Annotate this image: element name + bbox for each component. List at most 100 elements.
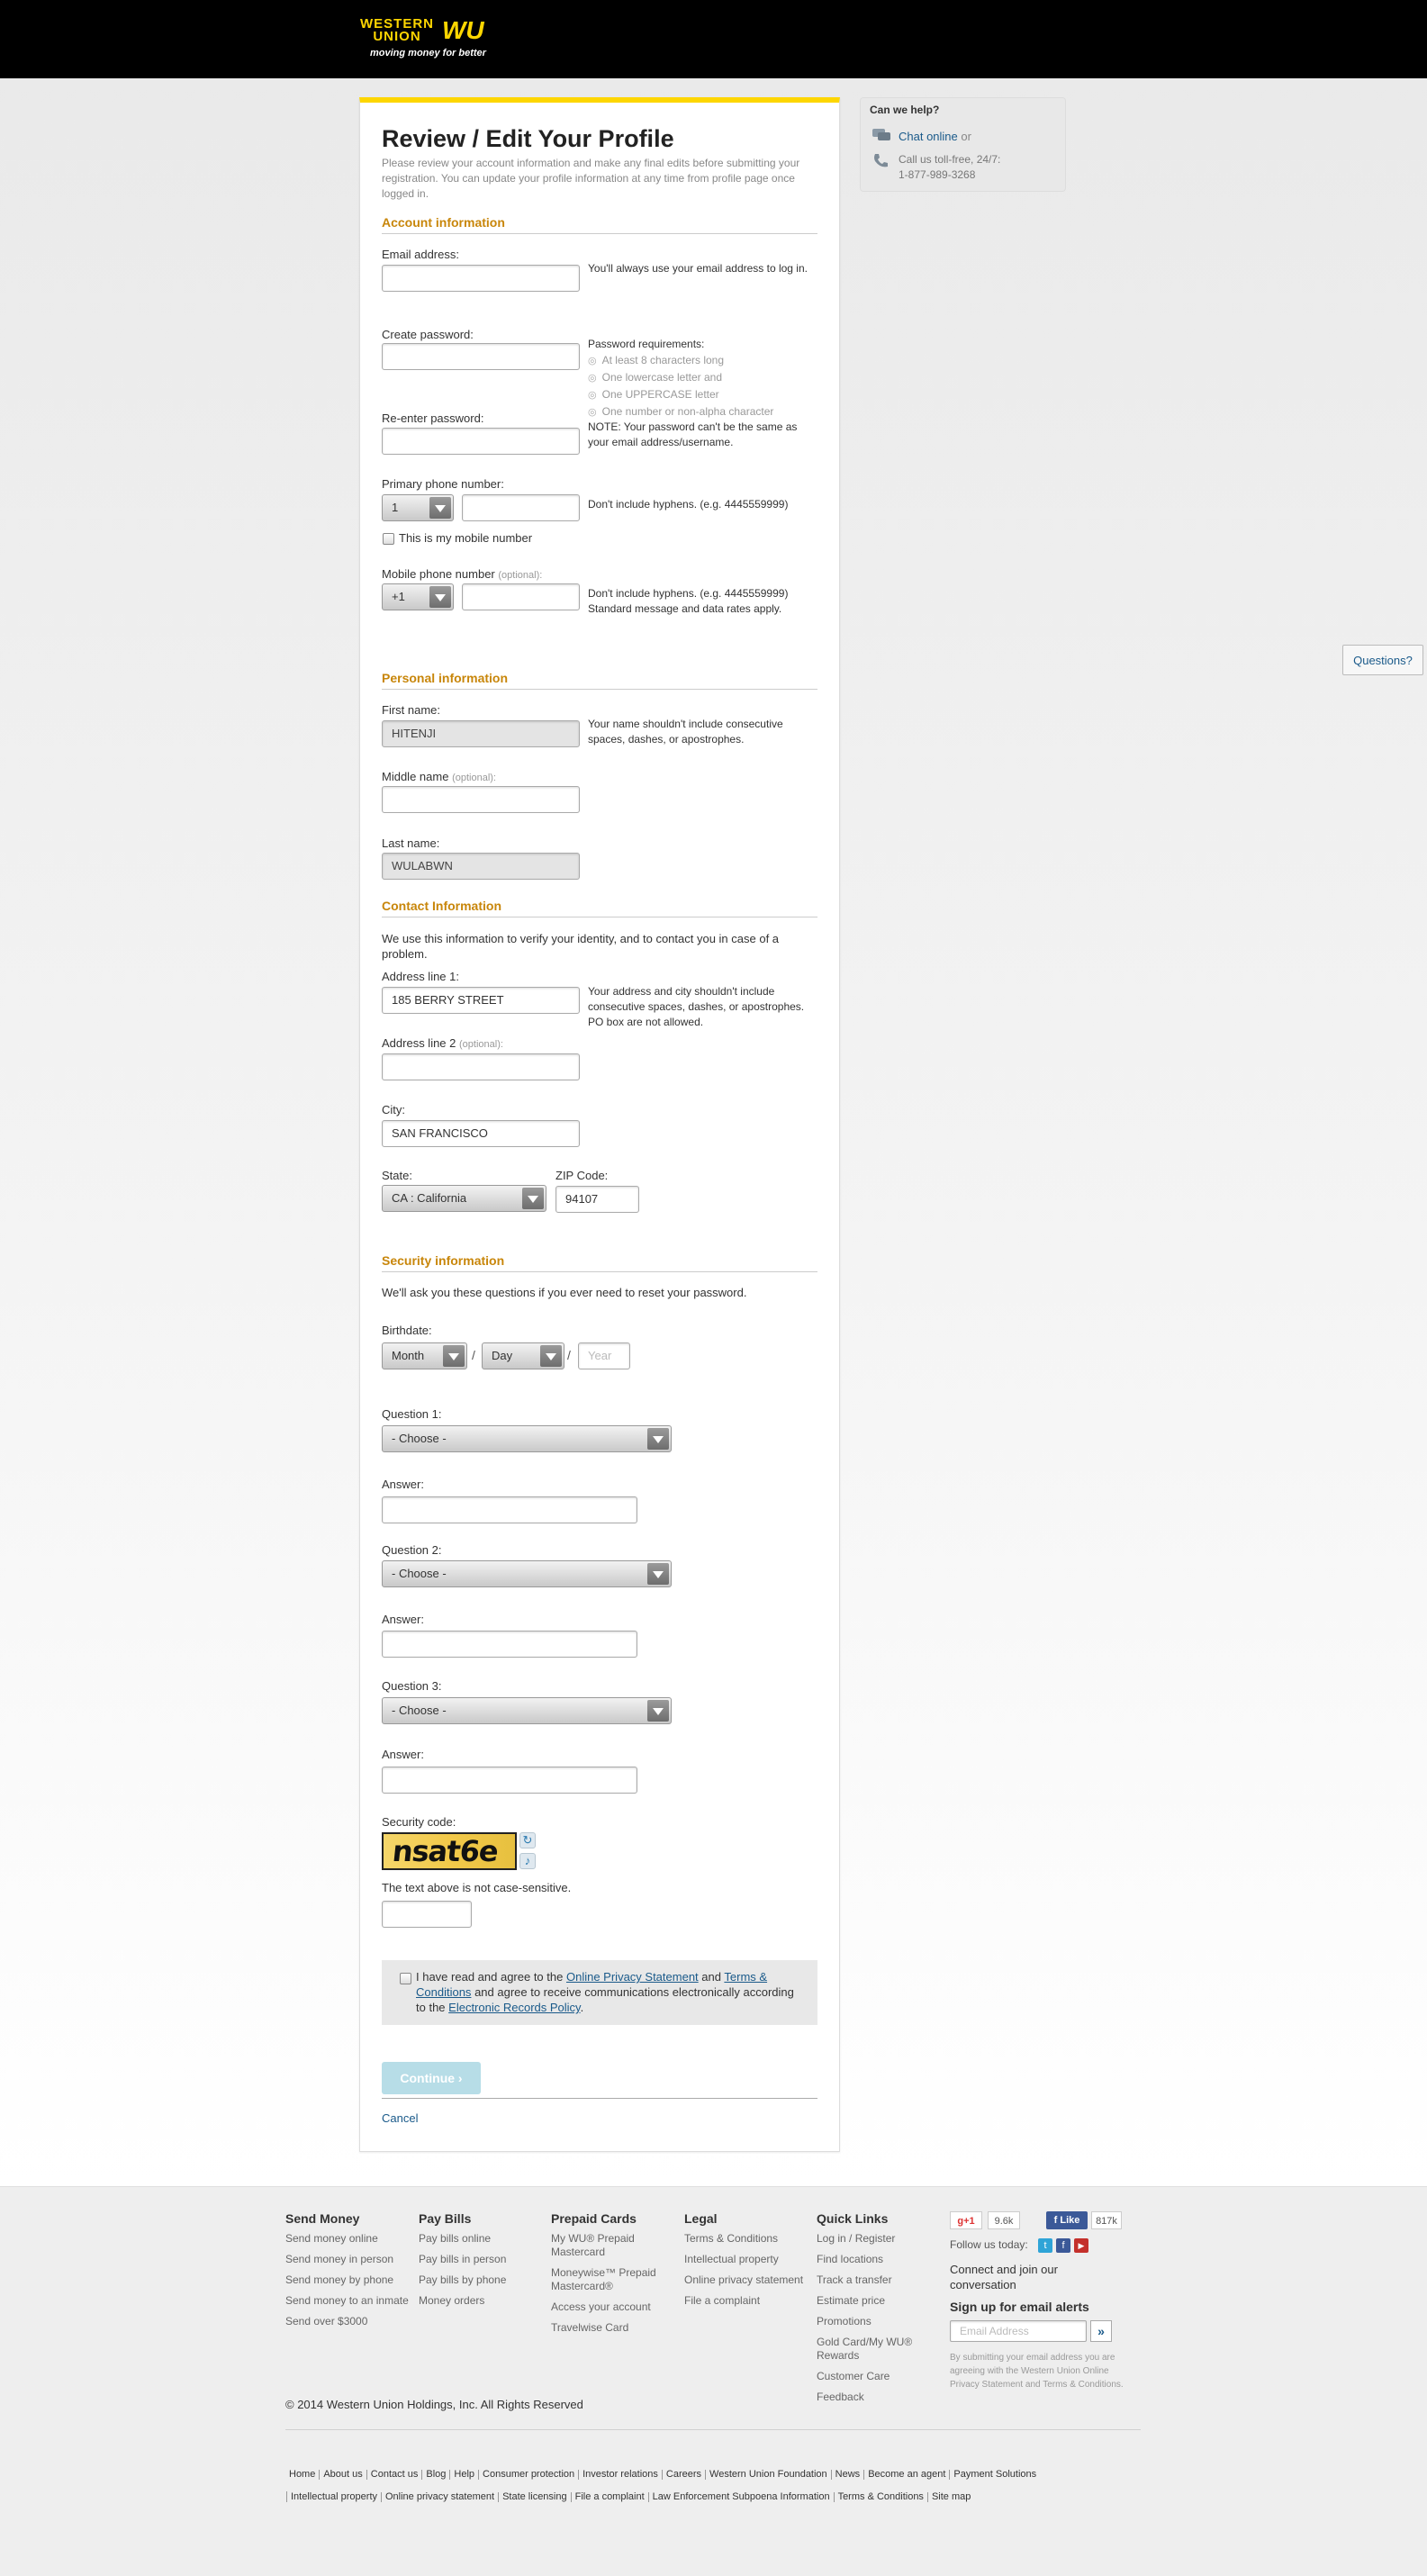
footer-link[interactable]: Send money by phone — [285, 2273, 409, 2287]
call-info: Call us toll-free, 24/7: 1-877-989-3268 — [899, 153, 1001, 181]
city-field[interactable]: SAN FRANCISCO — [382, 1120, 580, 1147]
footer-bottom-link[interactable]: Site map — [928, 2492, 974, 2502]
city-label: City: — [382, 1103, 405, 1116]
footer-link[interactable]: Travelwise Card — [551, 2321, 668, 2335]
facebook-icon[interactable]: f — [1056, 2238, 1070, 2253]
question2-select[interactable]: - Choose - — [382, 1560, 672, 1587]
footer-link[interactable]: Find locations — [817, 2253, 925, 2266]
chevron-down-icon — [647, 1428, 669, 1450]
footer-bottom-link[interactable]: State licensing — [499, 2492, 572, 2502]
footer-link[interactable]: Pay bills in person — [419, 2253, 506, 2266]
date-separator: / — [472, 1348, 475, 1362]
youtube-icon[interactable]: ▶ — [1074, 2238, 1088, 2253]
primary-phone-code-select[interactable]: 1 — [382, 494, 454, 521]
footer-link[interactable]: Moneywise™ Prepaid Mastercard® — [551, 2266, 668, 2293]
footer-bottom-link[interactable]: Consumer protection — [479, 2470, 580, 2480]
email-alert-submit-icon[interactable]: » — [1090, 2320, 1112, 2342]
chevron-down-icon — [443, 1345, 465, 1367]
footer-bottom-link[interactable]: Intellectual property — [287, 2492, 382, 2502]
footer-link[interactable]: File a complaint — [684, 2294, 803, 2308]
answer2-field[interactable] — [382, 1631, 637, 1658]
answer3-field[interactable] — [382, 1767, 637, 1794]
address1-field[interactable]: 185 BERRY STREET — [382, 987, 580, 1014]
email-field[interactable] — [382, 265, 580, 292]
twitter-icon[interactable]: t — [1038, 2238, 1052, 2253]
electronic-records-link[interactable]: Electronic Records Policy — [448, 2001, 580, 2014]
footer-bottom-link[interactable]: Blog — [422, 2470, 451, 2480]
footer-bottom-link[interactable]: Become an agent — [864, 2470, 951, 2480]
question1-select[interactable]: - Choose - — [382, 1425, 672, 1452]
footer-link[interactable]: Money orders — [419, 2294, 506, 2308]
footer-link[interactable]: Send money online — [285, 2232, 409, 2246]
middle-name-field[interactable] — [382, 786, 580, 813]
zip-field[interactable]: 94107 — [555, 1186, 639, 1213]
footer-bottom-link[interactable]: Careers — [663, 2470, 707, 2480]
footer-bottom-link[interactable]: Online privacy statement — [382, 2492, 500, 2502]
footer-link[interactable]: Intellectual property — [684, 2253, 803, 2266]
continue-button[interactable]: Continue › — [382, 2062, 481, 2094]
footer-bottom-link[interactable]: News — [832, 2470, 865, 2480]
facebook-like-button[interactable]: f Like — [1046, 2211, 1088, 2229]
footer-link[interactable]: My WU® Prepaid Mastercard — [551, 2232, 668, 2259]
question2-value: - Choose - — [392, 1567, 447, 1580]
footer-bottom-link[interactable]: Payment Solutions — [950, 2470, 1040, 2480]
agreement-checkbox[interactable] — [400, 1973, 411, 1984]
google-plus-count: 9.6k — [988, 2211, 1020, 2229]
google-plus-button[interactable]: g+1 — [950, 2211, 982, 2229]
footer-bottom-link[interactable]: Western Union Foundation — [706, 2470, 832, 2480]
refresh-captcha-icon[interactable]: ↻ — [519, 1832, 536, 1848]
contact-intro: We use this information to verify your i… — [382, 932, 780, 961]
question3-select[interactable]: - Choose - — [382, 1697, 672, 1724]
privacy-statement-link[interactable]: Online Privacy Statement — [566, 1970, 699, 1984]
footer-bottom-link[interactable]: File a complaint — [572, 2492, 649, 2502]
create-password-field[interactable] — [382, 343, 580, 370]
primary-phone-field[interactable] — [462, 494, 580, 521]
footer-link[interactable]: Send money to an inmate — [285, 2294, 409, 2308]
last-name-field[interactable]: WULABWN — [382, 853, 580, 880]
birth-month-select[interactable]: Month — [382, 1342, 467, 1369]
footer-link[interactable]: Promotions — [817, 2315, 925, 2328]
footer-link[interactable]: Customer Care — [817, 2370, 925, 2383]
footer-bottom-link[interactable]: Terms & Conditions — [835, 2492, 928, 2502]
birth-year-field[interactable]: Year — [578, 1342, 630, 1369]
footer-link[interactable]: Send over $3000 — [285, 2315, 409, 2328]
footer-bottom-link[interactable]: Investor relations — [579, 2470, 663, 2480]
audio-captcha-icon[interactable]: ♪ — [519, 1853, 536, 1869]
email-hint: You'll always use your email address to … — [588, 262, 808, 275]
western-union-logo[interactable]: WESTERN UNION WU moving money for better — [354, 17, 507, 63]
address2-field[interactable] — [382, 1053, 580, 1080]
cancel-link[interactable]: Cancel — [382, 2111, 418, 2125]
footer-link[interactable]: Pay bills online — [419, 2232, 506, 2246]
questions-tab[interactable]: Questions? — [1342, 645, 1423, 675]
footer-link[interactable]: Gold Card/My WU® Rewards — [817, 2336, 925, 2363]
footer-link[interactable]: Access your account — [551, 2300, 668, 2314]
state-select[interactable]: CA : California — [382, 1185, 546, 1212]
footer-link[interactable]: Pay bills by phone — [419, 2273, 506, 2287]
security-code-field[interactable] — [382, 1901, 472, 1928]
footer-column-send-money: Send Money Send money online Send money … — [285, 2211, 409, 2336]
footer-bottom-link[interactable]: Contact us — [367, 2470, 423, 2480]
site-header: WESTERN UNION WU moving money for better — [0, 0, 1427, 78]
chat-online-link[interactable]: Chat online — [899, 130, 958, 143]
mobile-phone-field[interactable] — [462, 583, 580, 610]
footer-bottom-link[interactable]: Home — [285, 2470, 321, 2480]
reenter-password-field[interactable] — [382, 428, 580, 455]
first-name-field[interactable]: HITENJI — [382, 720, 580, 747]
email-alert-field[interactable]: Email Address — [950, 2320, 1087, 2342]
mobile-phone-code-select[interactable]: +1 — [382, 583, 454, 610]
footer-link[interactable]: Send money in person — [285, 2253, 409, 2266]
answer1-field[interactable] — [382, 1496, 637, 1523]
footer-link[interactable]: Log in / Register — [817, 2232, 925, 2246]
footer-link[interactable]: Estimate price — [817, 2294, 925, 2308]
footer-link[interactable]: Online privacy statement — [684, 2273, 803, 2287]
mobile-phone-label: Mobile phone number (optional): — [382, 567, 543, 581]
footer-link[interactable]: Feedback — [817, 2391, 925, 2404]
mobile-number-checkbox[interactable] — [383, 533, 394, 545]
footer-bottom-link[interactable]: Law Enforcement Subpoena Information — [649, 2492, 835, 2502]
birth-day-select[interactable]: Day — [482, 1342, 564, 1369]
footer-bottom-link[interactable]: About us — [320, 2470, 367, 2480]
case-note: The text above is not case-sensitive. — [382, 1881, 572, 1894]
footer-bottom-link[interactable]: Help — [450, 2470, 480, 2480]
footer-link[interactable]: Track a transfer — [817, 2273, 925, 2287]
footer-link[interactable]: Terms & Conditions — [684, 2232, 803, 2246]
